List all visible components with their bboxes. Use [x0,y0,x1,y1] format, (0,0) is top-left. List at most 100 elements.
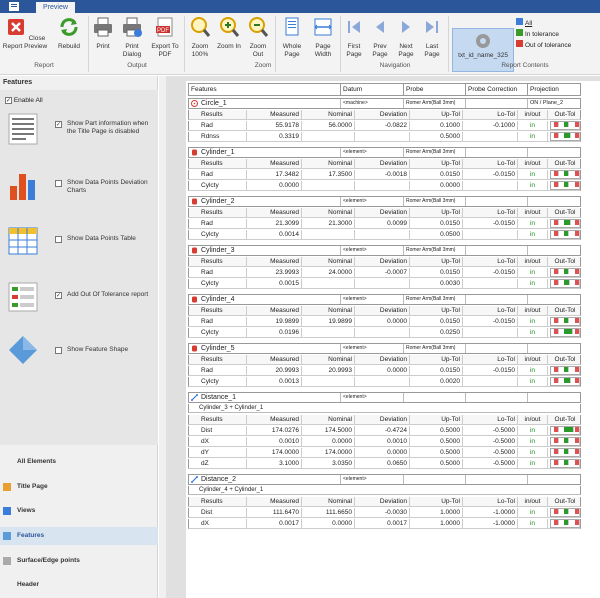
col-header: Measured [247,355,302,364]
ribbon-separator [88,16,89,72]
checkbox[interactable] [55,347,62,354]
filter-in-tolerance[interactable]: In tolerance [516,29,571,40]
col-header: Deviation [355,257,410,266]
feature-row[interactable]: Circle_1 <machine> Romer Arm(Ball 3mm) ON /… [188,98,581,109]
checkbox[interactable]: ✓ [55,292,62,299]
filter-all[interactable]: All [516,18,571,29]
print-button[interactable]: Print [90,16,116,51]
last-page-button[interactable]: Last Page [420,16,444,59]
feature-probe-correction [466,393,528,402]
checkbox[interactable] [55,236,62,243]
whole-page-button[interactable]: Whole Page [277,16,307,59]
feature-row[interactable]: Cylinder_2 <element> Romer Arm(Ball 3mm) [188,196,581,207]
cell-n [302,328,355,337]
deviation-bar [564,520,569,525]
results-header-row: Results Measured Nominal Deviation Up-Tol Lo-… [188,306,581,316]
col-header: Results [199,355,247,364]
cylinder-feature-icon [192,198,197,205]
title-page-icon [3,483,11,491]
cell-l: -0.0150 [463,170,518,179]
filter-out-of-tolerance[interactable]: Out of tolerance [516,40,571,51]
checkbox[interactable]: ✓ [55,121,62,128]
cell-n: 0.0000 [302,519,355,528]
option-data-points-table[interactable]: Show Data Points Table [55,235,155,243]
option-out-of-tolerance[interactable]: ✓ Add Out Of Tolerance report [55,291,155,299]
next-page-button[interactable]: Next Page [394,16,418,59]
deviation-bar [564,509,569,514]
tolerance-filter-list: All In tolerance Out of tolerance [516,18,571,51]
option-deviation-charts[interactable]: Show Data Points Deviation Charts [55,179,155,195]
enable-all-checkbox[interactable]: ✓ Enable All [5,97,43,104]
cell-n: 0.0000 [302,437,355,446]
feature-name: Circle_1 [199,99,341,108]
zoom-out-button[interactable]: Zoom Out [244,16,272,59]
upper-limit-line [575,449,580,454]
cell-u: 0.5000 [410,437,463,446]
lower-limit-line [554,171,559,176]
feature-projection [528,393,580,402]
nav-features[interactable]: Features [0,527,158,545]
cell-d [355,181,410,190]
cell-io: in [518,170,548,179]
nav-surface-edge-points[interactable]: Surface/Edge points [0,552,158,570]
cell-l [463,181,518,190]
nav-header[interactable]: Header [0,576,158,594]
nav-title-page[interactable]: Title Page [0,478,158,496]
cell-u: 0.0150 [410,317,463,326]
col-header: Results [199,306,247,315]
table-row: Cylcty 0.0196 0.0250 in [188,328,581,338]
first-page-button[interactable]: First Page [342,16,366,59]
results-header-row: Results Measured Nominal Deviation Up-Tol Lo-… [188,257,581,267]
feature-row[interactable]: Cylinder_1 <element> Romer Arm(Ball 3mm) [188,147,581,158]
feature-row[interactable]: Cylinder_3 <element> Romer Arm(Ball 3mm) [188,245,581,256]
feature-row[interactable]: Cylinder_5 <element> Romer Arm(Ball 3mm) [188,343,581,354]
tolerance-gauge [550,426,580,435]
cell-d: -0.0822 [355,121,410,130]
feature-row[interactable]: Cylinder_4 <element> Romer Arm(Ball 3mm) [188,294,581,305]
checkbox[interactable]: ✓ [5,97,12,104]
feature-row[interactable]: Distance_1 <element> [188,392,581,403]
cell-u: 1.0000 [410,508,463,517]
col-header: Results [199,257,247,266]
tab-preview[interactable]: Preview [36,2,75,13]
option-feature-shape[interactable]: Show Feature Shape [55,346,155,354]
zoom-100-button[interactable]: Zoom 100% [186,16,214,59]
tolerance-gauge [550,230,580,239]
cell-io: in [518,437,548,446]
deviation-bar [564,269,569,274]
nav-all-elements[interactable]: All Elements [0,453,158,471]
option-part-info[interactable]: ✓ Show Part information when the Title Pa… [55,120,155,136]
svg-text:PDF: PDF [157,28,169,34]
export-pdf-button[interactable]: PDF Export To PDF [148,16,182,59]
rebuild-button[interactable]: Rebuild [52,16,86,51]
whole-page-icon [285,17,299,36]
report-viewer[interactable]: Features Datum Probe Probe Correction Pr… [166,76,600,598]
features-icon [3,532,11,540]
feature-row[interactable]: Distance_2 <element> [188,474,581,485]
nav-views[interactable]: Views [0,502,158,520]
checkbox[interactable] [55,180,62,187]
col-header: Lo-Tol [463,497,518,506]
cell-io: in [518,377,548,386]
prev-page-button[interactable]: Prev Page [368,16,392,59]
panel-scrollbar[interactable] [159,76,166,598]
report-header-row: Features Datum Probe Probe Correction Pr… [188,83,581,96]
close-report-preview-button[interactable]: Close Report Preview [2,16,48,51]
app-menu-button[interactable] [0,0,28,13]
results-header-row: Results Measured Nominal Deviation Up-Tol Lo-… [188,110,581,120]
zoom-in-button[interactable]: Zoom In [215,16,243,51]
col-header: in/out [518,415,548,424]
feature-probe: Romer Arm(Ball 3mm) [404,99,466,108]
cell-m: 21.3099 [247,219,302,228]
prev-page-icon [376,21,384,33]
group-label-output: Output [127,62,147,69]
cell-m: 0.0010 [247,437,302,446]
deviation-bar [564,182,569,187]
cell-r: dX [199,437,247,446]
col-header: Out-Tol [554,498,576,505]
lower-limit-line [554,318,559,323]
ribbon-separator [184,16,185,72]
print-dialog-button[interactable]: Print Dialog [117,16,147,59]
col-header: Up-Tol [410,415,463,424]
page-width-button[interactable]: Page Width [308,16,338,59]
